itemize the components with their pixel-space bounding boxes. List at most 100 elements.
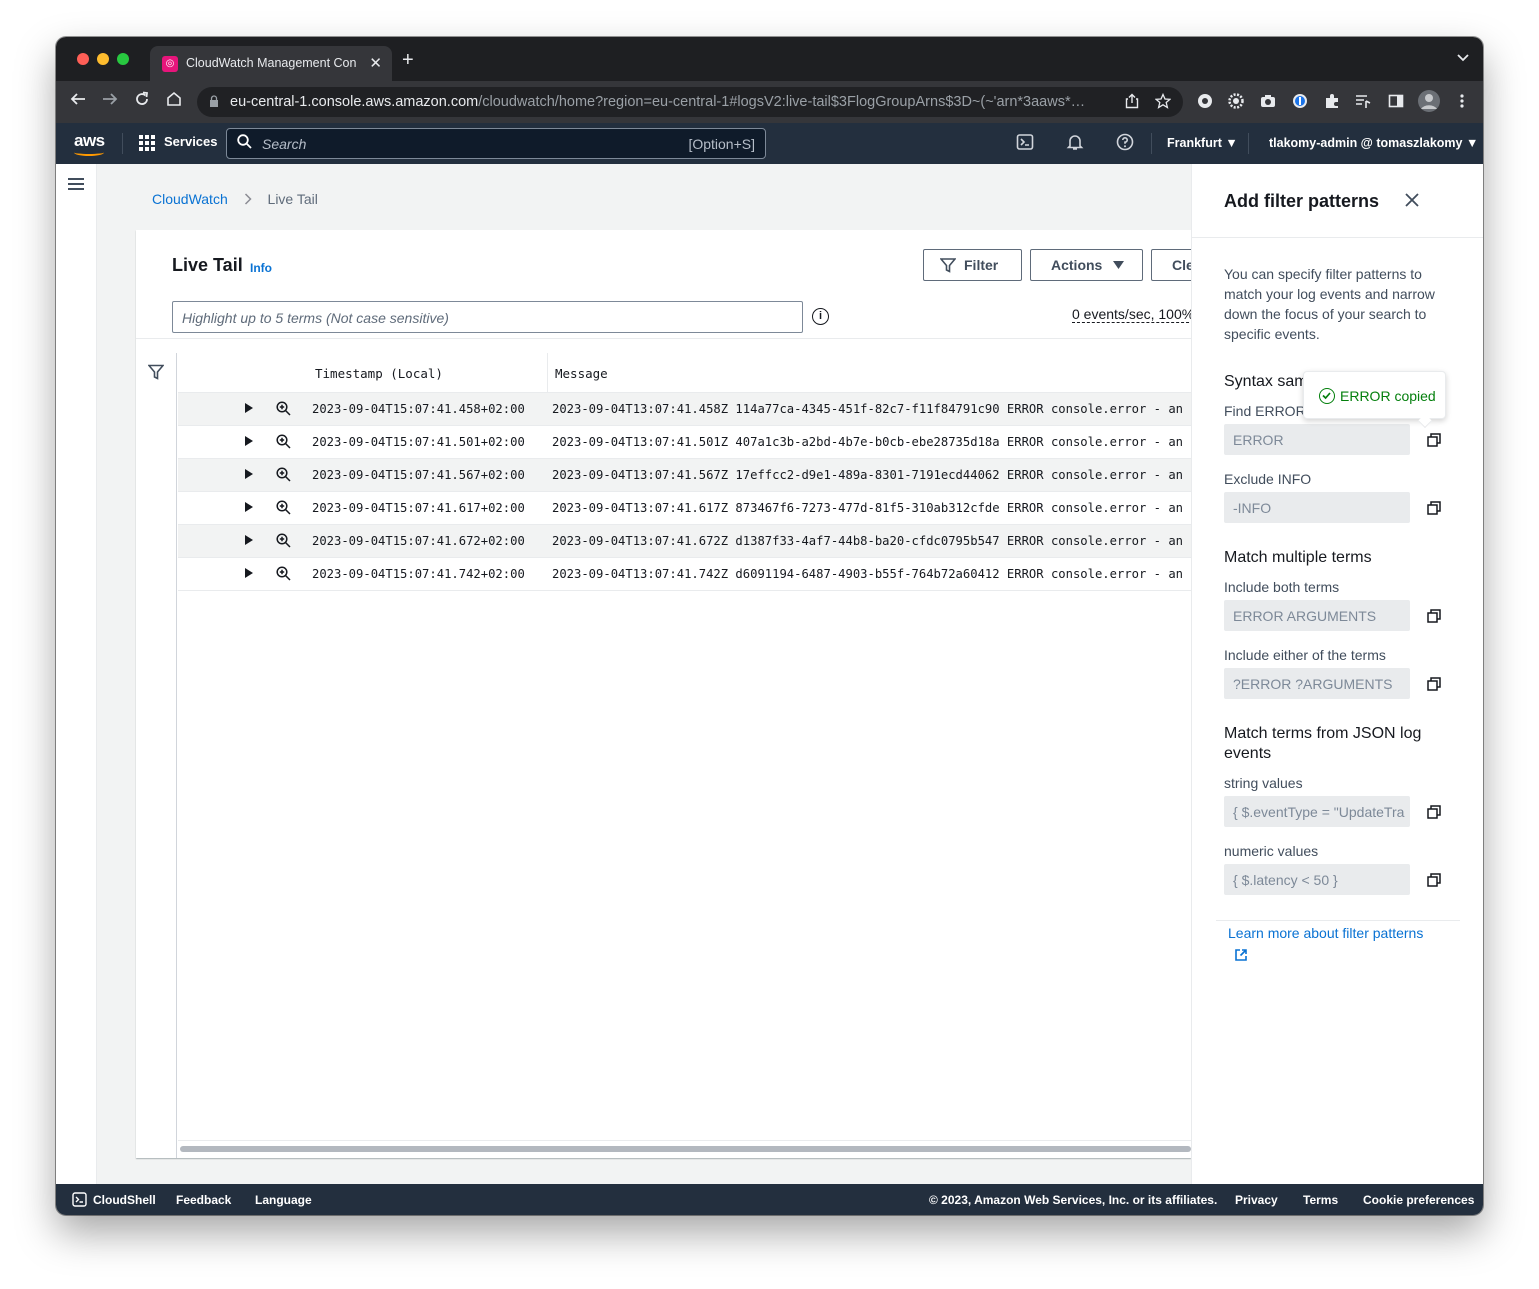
expand-row-caret-icon[interactable] [245, 568, 253, 578]
extension-gear-icon[interactable] [1228, 93, 1244, 109]
expand-row-caret-icon[interactable] [245, 502, 253, 512]
extension-password-icon[interactable] [1292, 93, 1308, 109]
actions-button[interactable]: Actions [1030, 249, 1143, 281]
zoom-in-icon[interactable] [276, 500, 291, 515]
copy-icon[interactable] [1427, 501, 1441, 515]
caret-down-icon [1113, 261, 1124, 269]
zoom-in-icon[interactable] [276, 566, 291, 581]
side-panel-icon[interactable] [1388, 93, 1404, 109]
reading-list-icon[interactable] [1355, 93, 1371, 109]
zoom-in-icon[interactable] [276, 533, 291, 548]
table-row[interactable]: 2023-09-04T15:07:41.672+02:00 2023-09-04T… [178, 525, 1191, 558]
cloudshell-icon[interactable] [1015, 133, 1035, 153]
services-menu-button[interactable]: Services [164, 134, 218, 149]
panel-description: You can specify filter patterns to match… [1224, 266, 1435, 342]
external-link-icon[interactable] [1234, 948, 1248, 962]
expand-row-caret-icon[interactable] [245, 535, 253, 545]
extension-camera-icon[interactable] [1260, 93, 1276, 109]
cloudshell-link[interactable]: CloudShell [93, 1193, 156, 1207]
learn-more-link[interactable]: Learn more about filter patterns [1228, 925, 1423, 941]
json-match-heading: Match terms from JSON log events [1224, 725, 1422, 762]
feedback-link[interactable]: Feedback [176, 1193, 231, 1207]
horizontal-scrollbar[interactable] [180, 1146, 1191, 1152]
browser-menu-icon[interactable] [1454, 93, 1470, 109]
address-bar[interactable]: eu-central-1.console.aws.amazon.com/clou… [197, 87, 1183, 117]
bookmark-star-icon[interactable] [1154, 92, 1172, 113]
highlight-terms-input[interactable]: Highlight up to 5 terms (Not case sensit… [172, 301, 803, 333]
divider [1192, 237, 1483, 238]
copy-icon[interactable] [1427, 873, 1441, 887]
clear-button[interactable]: Cle [1151, 249, 1191, 281]
filter-column [136, 353, 177, 1158]
search-shortcut-hint: [Option+S] [688, 136, 755, 152]
browser-tab[interactable]: ◎ CloudWatch Management Con ✕ [150, 46, 392, 81]
row-timestamp: 2023-09-04T15:07:41.742+02:00 [312, 567, 525, 581]
include-either-value: ?ERROR ?ARGUMENTS [1233, 676, 1393, 692]
timestamp-column-header[interactable]: Timestamp (Local) [315, 366, 443, 381]
maximize-window-button[interactable] [117, 53, 129, 65]
account-menu[interactable]: tlakomy-admin @ tomaszlakomy ▼ [1269, 136, 1478, 150]
tab-search-chevron-icon[interactable] [1457, 51, 1469, 65]
search-placeholder: Search [262, 136, 307, 152]
actions-button-label: Actions [1051, 257, 1103, 273]
expand-row-caret-icon[interactable] [245, 403, 253, 413]
table-row[interactable]: 2023-09-04T15:07:41.458+02:00 2023-09-04T… [178, 393, 1191, 426]
zoom-in-icon[interactable] [276, 401, 291, 416]
minimize-window-button[interactable] [97, 53, 109, 65]
expand-row-caret-icon[interactable] [245, 436, 253, 446]
console-search-input[interactable]: Search [Option+S] [226, 128, 766, 159]
privacy-link[interactable]: Privacy [1235, 1193, 1278, 1207]
language-link[interactable]: Language [255, 1193, 312, 1207]
browser-window: ◎ CloudWatch Management Con ✕ + eu-centr… [56, 37, 1483, 1215]
close-icon[interactable] [1404, 190, 1420, 212]
home-icon[interactable] [166, 91, 182, 111]
forward-arrow-icon[interactable] [102, 91, 118, 111]
help-icon[interactable] [1115, 133, 1135, 153]
console-footer: CloudShell Feedback Language © 2023, Ama… [56, 1184, 1483, 1215]
share-icon[interactable] [1125, 93, 1139, 113]
message-column-header[interactable]: Message [555, 366, 608, 381]
column-divider[interactable] [547, 353, 548, 393]
breadcrumb-cloudwatch-link[interactable]: CloudWatch [152, 191, 228, 207]
profile-avatar[interactable] [1418, 90, 1440, 112]
table-row[interactable]: 2023-09-04T15:07:41.567+02:00 2023-09-04T… [178, 459, 1191, 492]
terms-link[interactable]: Terms [1303, 1193, 1338, 1207]
filter-button[interactable]: Filter [923, 249, 1022, 281]
copy-icon[interactable] [1427, 609, 1441, 623]
region-selector[interactable]: Frankfurt ▼ [1167, 136, 1238, 150]
info-link[interactable]: Info [250, 261, 272, 275]
new-tab-icon[interactable]: + [402, 50, 414, 70]
numeric-values-label: numeric values [1224, 843, 1319, 859]
table-row[interactable]: 2023-09-04T15:07:41.617+02:00 2023-09-04T… [178, 492, 1191, 525]
column-filter-icon[interactable] [148, 364, 164, 380]
filter-funnel-icon [940, 258, 956, 273]
copy-icon[interactable] [1427, 805, 1441, 819]
aws-console-header: aws Services Search [Option+S] Frankfurt… [56, 123, 1483, 164]
header-divider [122, 133, 123, 154]
copy-icon[interactable] [1427, 677, 1441, 691]
string-values-field: { $.eventType = "UpdateTrail" } [1224, 796, 1410, 827]
table-row[interactable]: 2023-09-04T15:07:41.742+02:00 2023-09-04T… [178, 558, 1191, 591]
info-circle-icon[interactable]: i [812, 308, 829, 325]
table-row[interactable]: 2023-09-04T15:07:41.501+02:00 2023-09-04T… [178, 426, 1191, 459]
zoom-in-icon[interactable] [276, 467, 291, 482]
back-arrow-icon[interactable] [70, 91, 86, 111]
cloudshell-icon[interactable] [72, 1192, 87, 1207]
reload-icon[interactable] [134, 91, 150, 111]
copy-icon[interactable] [1427, 433, 1441, 447]
services-grid-icon[interactable] [139, 135, 155, 151]
row-timestamp: 2023-09-04T15:07:41.458+02:00 [312, 402, 525, 416]
tab-close-icon[interactable]: ✕ [369, 54, 382, 72]
extension-ghost-icon[interactable] [1197, 93, 1213, 109]
zoom-in-icon[interactable] [276, 434, 291, 449]
hamburger-menu-icon[interactable] [68, 178, 84, 190]
close-window-button[interactable] [77, 53, 89, 65]
url-host: eu-central-1.console.aws.amazon.com [230, 94, 479, 110]
expand-row-caret-icon[interactable] [245, 469, 253, 479]
cookie-preferences-link[interactable]: Cookie preferences [1363, 1193, 1474, 1207]
aws-logo[interactable]: aws [74, 131, 105, 151]
tooltip-text: ERROR copied [1340, 388, 1436, 404]
event-rate-text[interactable]: 0 events/sec, 100% [1072, 306, 1191, 323]
notifications-bell-icon[interactable] [1065, 133, 1085, 153]
extensions-puzzle-icon[interactable] [1324, 93, 1340, 109]
